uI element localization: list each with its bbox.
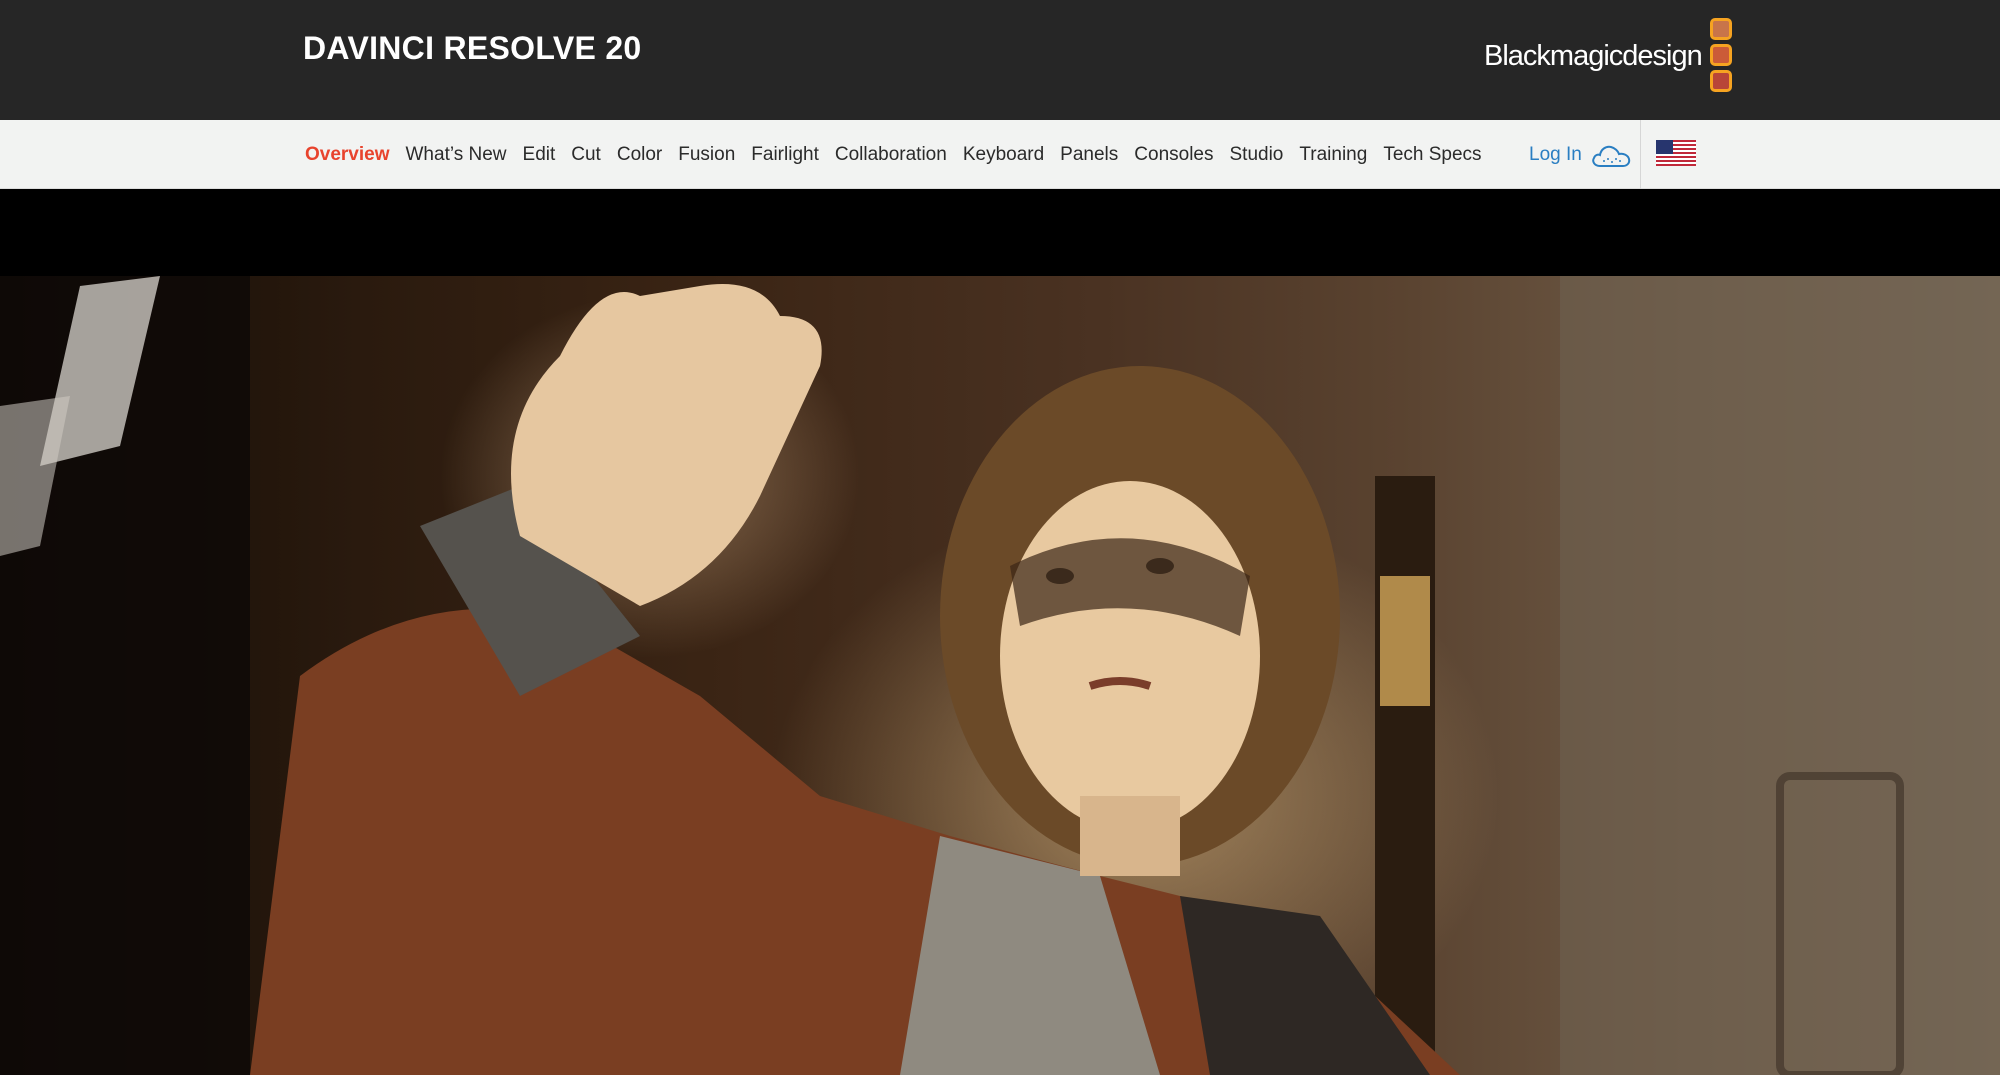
nav-item-fairlight[interactable]: Fairlight (751, 144, 819, 166)
login-button[interactable]: Log In (1529, 120, 1632, 189)
nav-item-fusion[interactable]: Fusion (678, 144, 735, 166)
blackmagic-design-logo[interactable]: Blackmagicdesign (1484, 16, 1732, 94)
hero-image (0, 276, 2000, 1075)
brand-square-icon (1709, 44, 1732, 66)
nav-item-cut[interactable]: Cut (571, 144, 601, 166)
nav-item-panels[interactable]: Panels (1060, 144, 1118, 166)
hero-illustration (0, 276, 2000, 1075)
nav-item-collaboration[interactable]: Collaboration (835, 144, 947, 166)
login-label: Log In (1529, 143, 1582, 165)
product-nav: Overview What’s New Edit Cut Color Fusio… (0, 120, 2000, 189)
brand-squares-icon (1709, 18, 1732, 92)
nav-item-whats-new[interactable]: What’s New (406, 144, 507, 166)
top-header: DAVINCI RESOLVE 20 Blackmagicdesign (0, 0, 2000, 120)
nav-item-color[interactable]: Color (617, 144, 662, 166)
brand-square-icon (1709, 70, 1732, 92)
brand-logo-text: Blackmagicdesign (1484, 39, 1703, 72)
nav-item-edit[interactable]: Edit (523, 144, 556, 166)
us-flag-icon[interactable] (1656, 140, 1696, 166)
nav-item-training[interactable]: Training (1299, 144, 1367, 166)
product-title[interactable]: DAVINCI RESOLVE 20 (303, 30, 642, 67)
nav-item-overview[interactable]: Overview (305, 144, 390, 166)
cloud-icon (1592, 145, 1631, 167)
nav-item-keyboard[interactable]: Keyboard (963, 144, 1044, 166)
nav-item-consoles[interactable]: Consoles (1134, 144, 1213, 166)
nav-divider (1640, 120, 1641, 189)
nav-list: Overview What’s New Edit Cut Color Fusio… (305, 120, 1498, 189)
brand-square-icon (1709, 18, 1732, 40)
nav-item-tech-specs[interactable]: Tech Specs (1383, 144, 1481, 166)
nav-item-studio[interactable]: Studio (1230, 144, 1284, 166)
hero-letterbox-top (0, 189, 2000, 276)
